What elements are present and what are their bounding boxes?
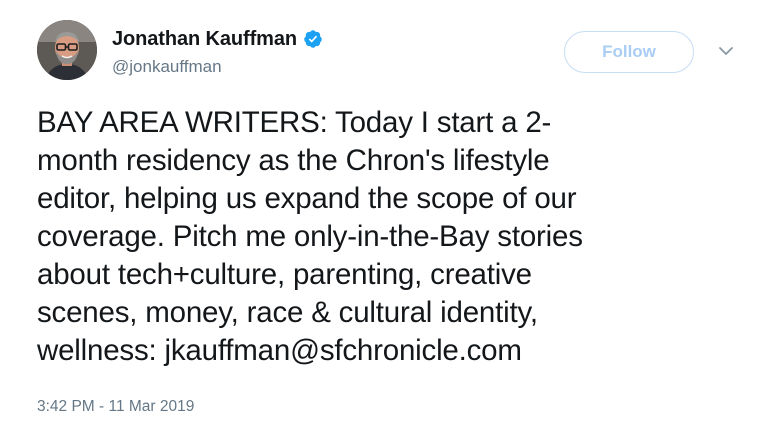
display-name-row: Jonathan Kauffman [112, 26, 323, 52]
verified-badge-icon [303, 29, 323, 49]
follow-button[interactable]: Follow [564, 31, 694, 73]
user-avatar-icon [37, 20, 97, 80]
tweet-timestamp[interactable]: 3:42 PM - 11 Mar 2019 [37, 398, 194, 416]
user-handle[interactable]: @jonkauffman [112, 57, 323, 77]
display-name[interactable]: Jonathan Kauffman [112, 28, 297, 51]
tweet-text: BAY AREA WRITERS: Today I start a 2- mon… [37, 106, 583, 367]
chevron-down-icon[interactable] [718, 44, 734, 56]
avatar[interactable] [37, 20, 97, 80]
user-info: Jonathan Kauffman @jonkauffman [112, 26, 323, 77]
tweet-card: Jonathan Kauffman @jonkauffman Follow BA… [0, 0, 771, 436]
